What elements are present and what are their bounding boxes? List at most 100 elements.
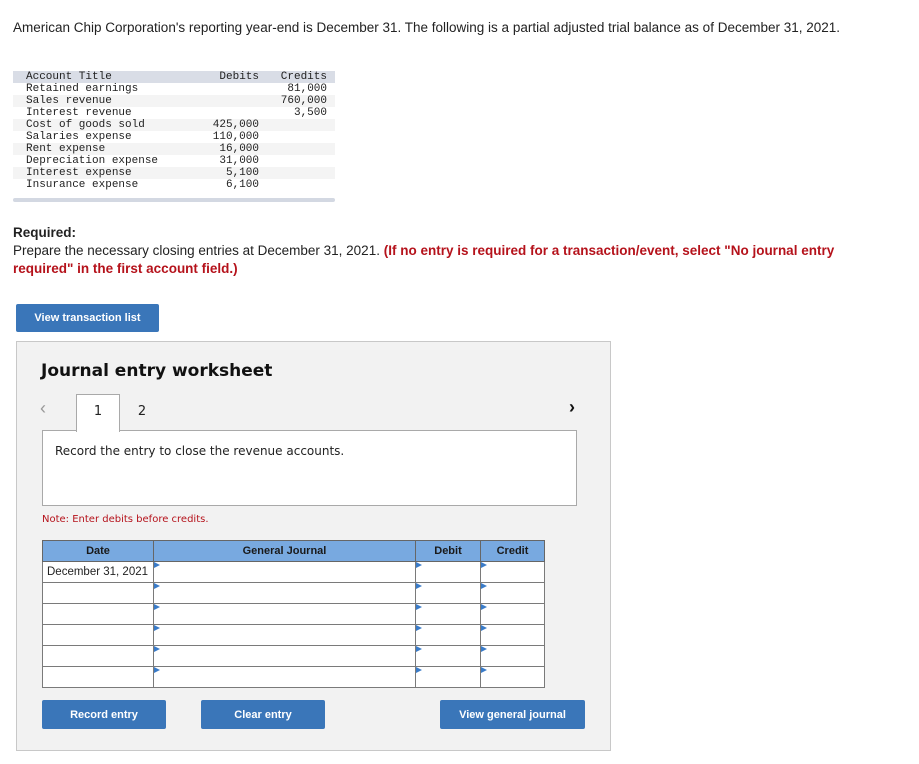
date-value	[43, 650, 47, 662]
trial-balance-table: Account Title Debits Credits Retained ea…	[13, 71, 335, 202]
dropdown-indicator-icon	[154, 625, 160, 631]
tab-2[interactable]: 2	[120, 394, 164, 432]
header-debits: Debits	[219, 71, 259, 83]
dropdown-indicator-icon	[481, 625, 487, 631]
journal-row	[42, 645, 545, 667]
date-cell[interactable]	[42, 645, 154, 667]
debit-value: 110,000	[212, 131, 259, 143]
dropdown-indicator-icon	[154, 604, 160, 610]
account-title: Cost of goods sold	[26, 119, 145, 131]
date-cell[interactable]	[42, 603, 154, 625]
trial-balance-row: Insurance expense 6,100	[13, 179, 335, 191]
instruction-box: Record the entry to close the revenue ac…	[42, 430, 577, 506]
date-value	[43, 608, 47, 620]
header-general-journal: General Journal	[153, 540, 416, 562]
required-section: Required: Prepare the necessary closing …	[13, 224, 893, 278]
chevron-right-icon[interactable]: ›	[569, 397, 575, 418]
debit-value	[195, 83, 261, 95]
dropdown-indicator-icon	[481, 667, 487, 673]
credit-value: 3,500	[293, 107, 327, 119]
credit-input[interactable]	[480, 645, 545, 667]
account-title: Salaries expense	[26, 131, 132, 143]
account-title: Interest revenue	[26, 107, 132, 119]
account-select[interactable]	[153, 561, 416, 583]
date-cell[interactable]	[42, 582, 154, 604]
dropdown-indicator-icon	[416, 604, 422, 610]
header-debit: Debit	[415, 540, 481, 562]
credit-input[interactable]	[480, 624, 545, 646]
credit-input[interactable]	[480, 666, 545, 688]
worksheet-title: Journal entry worksheet	[41, 361, 273, 381]
note-text: Note: Enter debits before credits.	[42, 514, 209, 525]
tab-1[interactable]: 1	[76, 394, 120, 432]
date-value: December 31, 2021	[47, 566, 149, 578]
trial-balance-row: Cost of goods sold 425,000	[13, 119, 335, 131]
account-title: Depreciation expense	[26, 155, 159, 167]
chevron-left-icon[interactable]: ‹	[40, 398, 46, 419]
dropdown-indicator-icon	[481, 562, 487, 568]
credit-input[interactable]	[480, 582, 545, 604]
view-general-journal-button[interactable]: View general journal	[440, 700, 585, 729]
journal-row	[42, 666, 545, 688]
dropdown-indicator-icon	[154, 667, 160, 673]
credit-value	[261, 155, 335, 167]
debit-value: 425,000	[212, 119, 259, 131]
account-select[interactable]	[153, 603, 416, 625]
date-value	[43, 629, 47, 641]
account-select[interactable]	[153, 666, 416, 688]
account-select[interactable]	[153, 582, 416, 604]
credit-value: 760,000	[280, 95, 327, 107]
trial-balance-row: Salaries expense 110,000	[13, 131, 335, 143]
date-cell[interactable]	[42, 666, 154, 688]
record-entry-button[interactable]: Record entry	[42, 700, 166, 729]
credit-value: 81,000	[287, 83, 327, 95]
dropdown-indicator-icon	[416, 562, 422, 568]
trial-balance-row: Retained earnings 81,000	[13, 83, 335, 95]
header-credits: Credits	[280, 71, 327, 83]
journal-table-header: Date General Journal Debit Credit	[42, 540, 545, 562]
trial-balance-row: Depreciation expense 31,000	[13, 155, 335, 167]
credit-value	[261, 179, 335, 191]
header-date: Date	[42, 540, 154, 562]
journal-row: December 31, 2021	[42, 561, 545, 583]
date-value	[43, 671, 47, 683]
date-cell[interactable]	[42, 624, 154, 646]
journal-row	[42, 582, 545, 604]
instruction-text: Record the entry to close the revenue ac…	[55, 444, 345, 458]
required-title: Required:	[13, 225, 77, 240]
clear-entry-button[interactable]: Clear entry	[201, 700, 325, 729]
debit-value	[195, 107, 261, 119]
debit-input[interactable]	[415, 645, 481, 667]
credit-value	[261, 143, 335, 155]
debit-input[interactable]	[415, 561, 481, 583]
dropdown-indicator-icon	[481, 646, 487, 652]
account-select[interactable]	[153, 645, 416, 667]
dropdown-indicator-icon	[481, 583, 487, 589]
account-title: Retained earnings	[26, 83, 139, 95]
credit-input[interactable]	[480, 603, 545, 625]
account-title: Interest expense	[26, 167, 132, 179]
required-instructions: Prepare the necessary closing entries at…	[13, 242, 893, 278]
account-title: Rent expense	[26, 143, 106, 155]
debit-input[interactable]	[415, 603, 481, 625]
credit-value	[261, 167, 335, 179]
problem-intro: American Chip Corporation's reporting ye…	[13, 20, 841, 35]
view-transaction-list-button[interactable]: View transaction list	[16, 304, 159, 332]
debit-value: 16,000	[219, 143, 259, 155]
credit-value	[261, 131, 335, 143]
date-cell[interactable]: December 31, 2021	[42, 561, 154, 583]
account-select[interactable]	[153, 624, 416, 646]
credit-input[interactable]	[480, 561, 545, 583]
trial-balance-row: Sales revenue 760,000	[13, 95, 335, 107]
debit-input[interactable]	[415, 666, 481, 688]
trial-balance-row: Interest expense 5,100	[13, 167, 335, 179]
debit-value: 31,000	[219, 155, 259, 167]
debit-input[interactable]	[415, 624, 481, 646]
journal-row	[42, 624, 545, 646]
account-title: Insurance expense	[26, 179, 139, 191]
dropdown-indicator-icon	[154, 646, 160, 652]
debit-input[interactable]	[415, 582, 481, 604]
table-scrollbar[interactable]	[13, 198, 335, 202]
dropdown-indicator-icon	[481, 604, 487, 610]
dropdown-indicator-icon	[154, 562, 160, 568]
